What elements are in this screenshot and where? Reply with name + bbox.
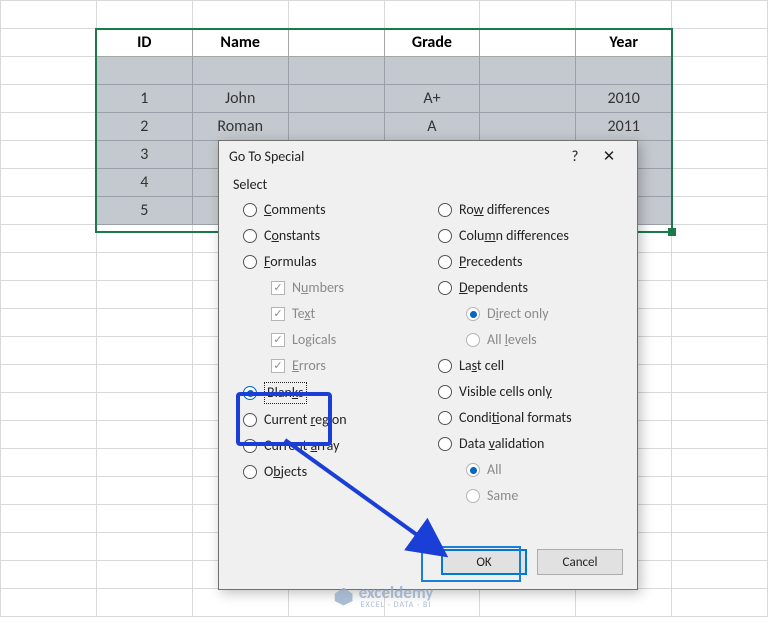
check-numbers: ✓Numbers: [233, 275, 428, 301]
col-blank1: [288, 29, 384, 57]
radio-all: All: [428, 457, 623, 483]
radio-dependents[interactable]: Dependents: [428, 275, 623, 301]
radio-comments[interactable]: CCommentsomments: [233, 197, 428, 223]
table-row: 1JohnA+2010: [1, 85, 768, 113]
radio-formulas[interactable]: Formulas: [233, 249, 428, 275]
radio-visible-cells[interactable]: Visible cells only: [428, 379, 623, 405]
radio-constants[interactable]: Constants: [233, 223, 428, 249]
radio-current-array[interactable]: Current array: [233, 433, 428, 459]
radio-direct-only: Direct only: [428, 301, 623, 327]
radio-data-validation[interactable]: Data validation: [428, 431, 623, 457]
dialog-title: Go To Special: [229, 148, 304, 165]
close-button[interactable]: ✕: [589, 147, 629, 166]
radio-row-differences[interactable]: Row differences: [428, 197, 623, 223]
radio-last-cell[interactable]: Last cell: [428, 353, 623, 379]
table-row: [1, 57, 768, 85]
go-to-special-dialog: Go To Special ? ✕ Select CCommentsomment…: [218, 140, 638, 590]
watermark: exceldemy EXCEL · DATA · BI: [335, 584, 434, 609]
radio-blanks[interactable]: Blanks: [233, 379, 428, 407]
help-button[interactable]: ?: [561, 148, 589, 166]
select-section-label: Select: [233, 176, 623, 193]
radio-column-differences[interactable]: Column differences: [428, 223, 623, 249]
radio-objects[interactable]: Objects: [233, 459, 428, 485]
watermark-tagline: EXCEL · DATA · BI: [359, 601, 434, 609]
col-id: ID: [96, 29, 192, 57]
col-name: Name: [192, 29, 288, 57]
check-text: ✓Text: [233, 301, 428, 327]
ok-button[interactable]: OK: [441, 549, 527, 575]
col-blank2: [480, 29, 576, 57]
table-row: 2RomanA2011: [1, 113, 768, 141]
radio-precedents[interactable]: Precedents: [428, 249, 623, 275]
col-year: Year: [576, 29, 672, 57]
radio-conditional-formats[interactable]: Conditional formats: [428, 405, 623, 431]
check-errors: ✓Errors: [233, 353, 428, 379]
radio-all-levels: All levels: [428, 327, 623, 353]
radio-current-region[interactable]: Current region: [233, 407, 428, 433]
table-header-row: ID Name Grade Year: [1, 29, 768, 57]
cancel-button[interactable]: Cancel: [537, 549, 623, 575]
check-logicals: ✓Logicals: [233, 327, 428, 353]
radio-same: Same: [428, 483, 623, 509]
watermark-icon: [335, 588, 353, 606]
col-grade: Grade: [384, 29, 480, 57]
